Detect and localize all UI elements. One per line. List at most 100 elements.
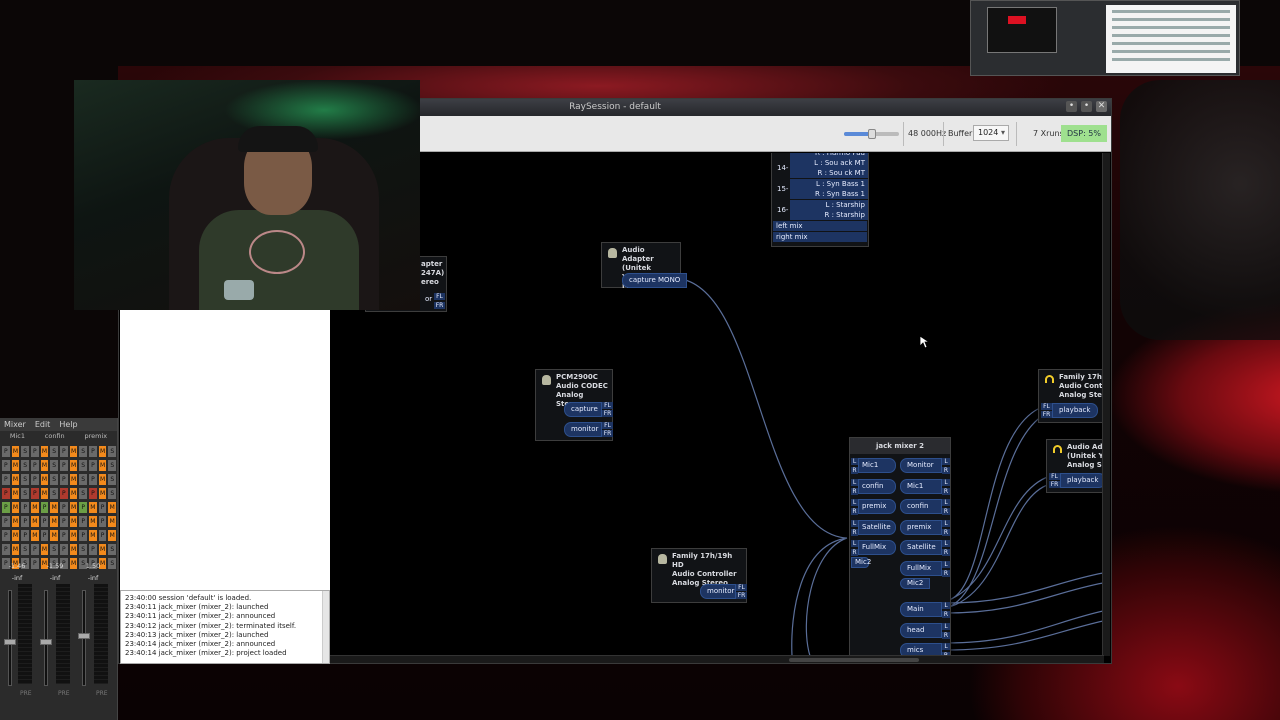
jack-mixer-input-satellite[interactable]: Satellite bbox=[858, 519, 896, 535]
prefader-button[interactable]: P bbox=[31, 474, 39, 485]
jack-mixer-input-confin[interactable]: confin bbox=[858, 478, 896, 494]
mute-button[interactable]: M bbox=[69, 460, 78, 471]
solo-button[interactable]: S bbox=[79, 488, 88, 499]
channel-r[interactable]: R bbox=[851, 549, 858, 557]
channel-r[interactable]: R bbox=[942, 487, 950, 495]
solo-button[interactable]: S bbox=[108, 474, 117, 485]
mute-button[interactable]: M bbox=[98, 460, 107, 471]
channel-fl[interactable]: FL bbox=[736, 584, 747, 591]
prefader-button[interactable]: P bbox=[79, 530, 88, 541]
channel-r[interactable]: R bbox=[851, 528, 858, 536]
port-track-left[interactable]: L : Syn Bass 1 bbox=[790, 179, 868, 189]
channel-fr[interactable]: FR bbox=[602, 410, 613, 417]
client-box-track-mixer[interactable]: R : Harmo Pad 14- L : Sou ack MT R : Sou ck… bbox=[771, 153, 869, 247]
jack-mixer-input-mic2[interactable]: Mic2 bbox=[851, 557, 871, 568]
port-track-left[interactable]: L : Sou ack MT bbox=[790, 158, 868, 168]
jack-mixer-output-confin[interactable]: confin bbox=[900, 499, 942, 515]
prefader-button[interactable]: P bbox=[2, 460, 10, 471]
mute-button[interactable]: M bbox=[40, 474, 49, 485]
channel-r[interactable]: R bbox=[851, 487, 858, 495]
close-button[interactable]: ✕ bbox=[1096, 101, 1107, 112]
fader-confin[interactable] bbox=[40, 590, 52, 686]
prefader-button[interactable]: P bbox=[31, 558, 39, 569]
xruns-count[interactable]: 7 Xruns bbox=[1033, 128, 1064, 140]
minimize-button[interactable]: • bbox=[1066, 101, 1077, 112]
channel-r[interactable]: R bbox=[942, 631, 950, 639]
prefader-button[interactable]: P bbox=[60, 544, 68, 555]
port-capture-mono[interactable]: capture MONO bbox=[622, 273, 688, 288]
channel-l[interactable]: L bbox=[942, 458, 950, 465]
pre-button[interactable]: PRE bbox=[58, 690, 70, 697]
prefader-button[interactable]: P bbox=[89, 544, 97, 555]
solo-button[interactable]: S bbox=[21, 460, 30, 471]
port-track-left[interactable]: L : Starship bbox=[790, 200, 868, 210]
prefader-button[interactable]: P bbox=[2, 516, 10, 527]
mute-button[interactable]: M bbox=[69, 446, 78, 457]
channel-r[interactable]: R bbox=[942, 528, 950, 536]
solo-button[interactable]: S bbox=[21, 544, 30, 555]
client-box-adapter-playback[interactable]: Audio Ada (Unitek Y Analog St FL FR play… bbox=[1046, 439, 1103, 493]
prefader-button[interactable]: P bbox=[2, 502, 10, 513]
jack-mixer-input-premix[interactable]: premix bbox=[858, 499, 896, 515]
mute-button[interactable]: M bbox=[50, 530, 59, 541]
mute-button[interactable]: M bbox=[89, 516, 97, 527]
channel-fl[interactable]: FL bbox=[602, 402, 613, 409]
port-playback[interactable]: playback bbox=[1060, 473, 1103, 488]
channel-l[interactable]: L bbox=[851, 540, 858, 548]
jack-mixer-output-mic1[interactable]: Mic1 bbox=[900, 478, 942, 494]
solo-button[interactable]: S bbox=[50, 544, 59, 555]
pre-button[interactable]: PRE bbox=[96, 690, 108, 697]
maximize-button[interactable]: • bbox=[1081, 101, 1092, 112]
channel-fl[interactable]: FL bbox=[1041, 403, 1052, 410]
menu-edit[interactable]: Edit bbox=[35, 418, 51, 431]
mute-button[interactable]: M bbox=[11, 530, 20, 541]
channel-r[interactable]: R bbox=[851, 508, 858, 516]
fader-knob[interactable] bbox=[78, 633, 90, 639]
mute-button[interactable]: M bbox=[69, 516, 78, 527]
prefader-button[interactable]: P bbox=[60, 488, 68, 499]
fader-premix[interactable] bbox=[78, 590, 90, 686]
port-track-right[interactable]: R : Syn Bass 1 bbox=[790, 189, 868, 199]
channel-r[interactable]: R bbox=[942, 570, 950, 577]
solo-button[interactable]: S bbox=[50, 488, 59, 499]
menu-mixer[interactable]: Mixer bbox=[4, 418, 26, 431]
mute-button[interactable]: M bbox=[69, 488, 78, 499]
mute-button[interactable]: M bbox=[11, 460, 20, 471]
prefader-button[interactable]: P bbox=[2, 530, 10, 541]
mute-button[interactable]: M bbox=[89, 530, 97, 541]
solo-button[interactable]: S bbox=[108, 460, 117, 471]
channel-fr[interactable]: FR bbox=[602, 430, 613, 437]
port-right-mix[interactable]: right mix bbox=[773, 232, 867, 242]
solo-button[interactable]: S bbox=[50, 460, 59, 471]
mute-button[interactable]: M bbox=[40, 446, 49, 457]
prefader-button[interactable]: P bbox=[60, 460, 68, 471]
client-box-jack-mixer-2[interactable]: jack mixer 2 L R Mic1 L Rconfin L Rpremix L R Sat… bbox=[849, 437, 951, 656]
solo-button[interactable]: S bbox=[108, 446, 117, 457]
port-track-right[interactable]: R : Starship bbox=[790, 210, 868, 220]
scrollbar-thumb[interactable] bbox=[789, 658, 919, 662]
jack-mixer-output-premix[interactable]: premix bbox=[900, 519, 942, 535]
menu-help[interactable]: Help bbox=[59, 418, 77, 431]
mute-button[interactable]: M bbox=[31, 530, 39, 541]
pre-button[interactable]: PRE bbox=[20, 690, 32, 697]
mute-button[interactable]: M bbox=[11, 446, 20, 457]
zoom-slider-knob[interactable] bbox=[868, 129, 876, 139]
prefader-button[interactable]: P bbox=[2, 544, 10, 555]
prefader-button[interactable]: P bbox=[60, 474, 68, 485]
prefader-button[interactable]: P bbox=[21, 516, 30, 527]
prefader-button[interactable]: P bbox=[31, 446, 39, 457]
prefader-button[interactable]: P bbox=[21, 530, 30, 541]
prefader-button[interactable]: P bbox=[60, 502, 68, 513]
port-playback[interactable]: playback bbox=[1052, 403, 1098, 418]
port-monitor[interactable]: monitor bbox=[700, 584, 736, 599]
mute-button[interactable]: M bbox=[40, 460, 49, 471]
channel-fl[interactable]: FL bbox=[602, 422, 613, 429]
solo-button[interactable]: S bbox=[108, 544, 117, 555]
jack-mixer-output-monitor[interactable]: Monitor bbox=[900, 458, 942, 473]
channel-l[interactable]: L bbox=[942, 478, 950, 486]
mute-button[interactable]: M bbox=[69, 558, 78, 569]
client-box-pcm2900c[interactable]: PCM2900C Audio CODEC Analog Stereo captu… bbox=[535, 369, 613, 441]
channel-l[interactable]: L bbox=[851, 519, 858, 527]
solo-button[interactable]: S bbox=[50, 446, 59, 457]
prefader-button[interactable]: P bbox=[60, 530, 68, 541]
